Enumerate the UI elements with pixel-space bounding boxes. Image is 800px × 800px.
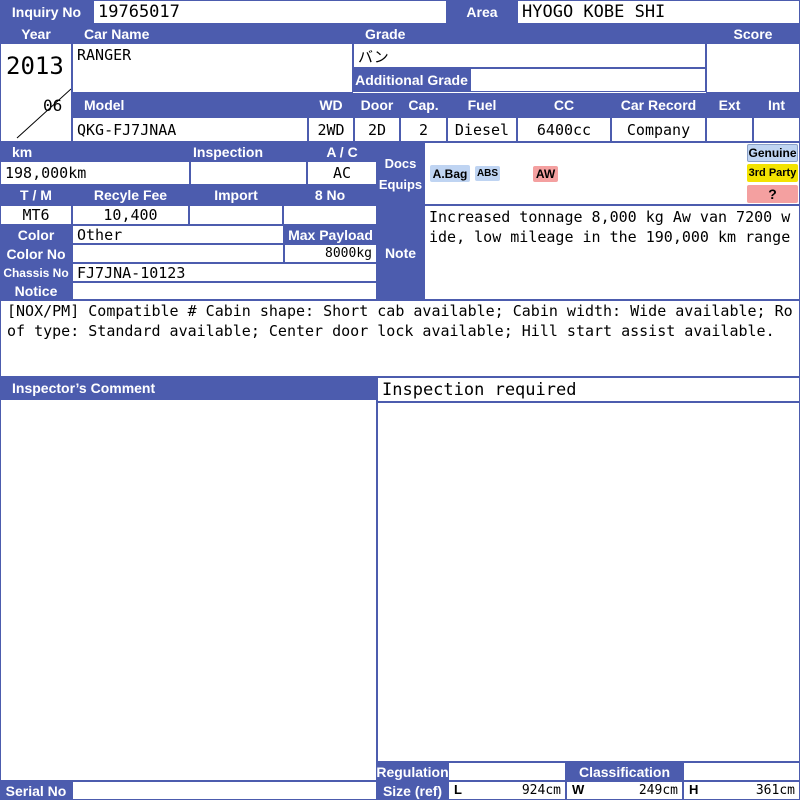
unknown-tag: ? bbox=[747, 185, 798, 203]
third-party-tag: 3rd Party bbox=[747, 164, 798, 182]
inspector-comment-area bbox=[0, 399, 377, 781]
km-label: km bbox=[0, 142, 190, 161]
tm-value: MT6 bbox=[0, 205, 72, 225]
notice-text: [NOX/PM] Compatible # Cabin shape: Short… bbox=[0, 300, 800, 377]
sketch-area bbox=[377, 402, 800, 762]
chassis-no-value: FJ7JNA-10123 bbox=[72, 263, 377, 282]
month-value: 06 bbox=[43, 96, 63, 115]
inspector-comment-label: Inspector’s Comment bbox=[0, 377, 377, 399]
note-value: Increased tonnage 8,000 kg Aw van 7200 w… bbox=[424, 205, 800, 300]
recycle-fee-label: Recyle Fee bbox=[72, 185, 189, 205]
chassis-no-label: Chassis No bbox=[0, 263, 72, 282]
docs-label: Docs bbox=[384, 155, 417, 171]
equips-label: Equips bbox=[378, 176, 423, 192]
car-name-value: RANGER bbox=[72, 43, 353, 93]
inquiry-no-label: Inquiry No bbox=[0, 0, 93, 24]
note-label: Note bbox=[377, 205, 424, 300]
ac-value: AC bbox=[307, 161, 377, 185]
area-label: Area bbox=[447, 0, 517, 24]
max-payload-label: Max Payload bbox=[284, 225, 377, 244]
door-label: Door bbox=[354, 93, 400, 117]
aw-badge: AW bbox=[533, 166, 558, 182]
serial-no-value bbox=[72, 781, 377, 800]
cap-label: Cap. bbox=[400, 93, 447, 117]
year-box: 2013 06 bbox=[0, 43, 72, 142]
area-value: HYOGO KOBE SHI bbox=[517, 0, 800, 24]
size-height-value: 361cm bbox=[755, 783, 795, 798]
regulation-label: Regulation bbox=[377, 762, 448, 781]
notice-spacer bbox=[72, 282, 377, 300]
grade-label: Grade bbox=[353, 24, 706, 43]
score-label: Score bbox=[706, 24, 800, 43]
color-value: Other bbox=[72, 225, 284, 244]
grade-value: バン bbox=[353, 43, 706, 68]
size-height-label: H bbox=[689, 782, 699, 797]
inspection-label: Inspection bbox=[190, 142, 307, 161]
size-width-label: W bbox=[572, 782, 585, 797]
abag-badge: A.Bag bbox=[430, 165, 470, 182]
km-value: 198,000km bbox=[0, 161, 190, 185]
fuel-value: Diesel bbox=[447, 117, 517, 142]
car-name-label: Car Name bbox=[72, 24, 353, 43]
color-label: Color bbox=[0, 225, 72, 244]
abs-badge: ABS bbox=[475, 166, 500, 181]
size-height-cell: H 361cm bbox=[683, 781, 800, 800]
int-label: Int bbox=[753, 93, 800, 117]
year-label: Year bbox=[0, 24, 72, 43]
recycle-fee-value: 10,400 bbox=[72, 205, 189, 225]
import-value bbox=[189, 205, 283, 225]
eight-no-value bbox=[283, 205, 377, 225]
year-value: 2013 bbox=[6, 52, 64, 80]
wd-label: WD bbox=[308, 93, 354, 117]
inspector-comment-value: Inspection required bbox=[377, 377, 800, 402]
int-value bbox=[753, 117, 800, 142]
size-width-cell: W 249cm bbox=[566, 781, 683, 800]
inquiry-no-value: 19765017 bbox=[93, 0, 447, 24]
size-length-value: 924cm bbox=[521, 783, 561, 798]
cc-label: CC bbox=[517, 93, 611, 117]
serial-no-label: Serial No bbox=[0, 781, 72, 800]
size-length-cell: L 924cm bbox=[448, 781, 566, 800]
additional-grade-label: Additional Grade bbox=[353, 68, 470, 92]
model-value: QKG-FJ7JNAA bbox=[72, 117, 308, 142]
tm-label: T / M bbox=[0, 185, 72, 205]
size-length-label: L bbox=[454, 782, 462, 797]
cap-value: 2 bbox=[400, 117, 447, 142]
classification-label: Classification bbox=[566, 762, 683, 781]
door-value: 2D bbox=[354, 117, 400, 142]
ext-value bbox=[706, 117, 753, 142]
ext-label: Ext bbox=[706, 93, 753, 117]
eight-no-label: 8 No bbox=[283, 185, 377, 205]
notice-label: Notice bbox=[0, 282, 72, 300]
max-payload-value: 8000kg bbox=[284, 244, 377, 263]
score-value bbox=[706, 43, 800, 93]
size-width-value: 249cm bbox=[638, 783, 678, 798]
model-label: Model bbox=[72, 93, 308, 117]
ac-label: A / C bbox=[307, 142, 377, 161]
fuel-label: Fuel bbox=[447, 93, 517, 117]
docs-equips-label: Docs Equips bbox=[377, 142, 424, 205]
wd-value: 2WD bbox=[308, 117, 354, 142]
car-record-value: Company bbox=[611, 117, 706, 142]
inspection-value bbox=[190, 161, 307, 185]
color-no-value bbox=[72, 244, 284, 263]
color-no-label: Color No bbox=[0, 244, 72, 263]
genuine-tag: Genuine bbox=[747, 144, 798, 162]
size-ref-label: Size (ref) bbox=[377, 781, 448, 800]
cc-value: 6400cc bbox=[517, 117, 611, 142]
import-label: Import bbox=[189, 185, 283, 205]
regulation-value bbox=[448, 762, 566, 781]
car-record-label: Car Record bbox=[611, 93, 706, 117]
additional-grade-value bbox=[470, 68, 706, 92]
classification-value bbox=[683, 762, 800, 781]
